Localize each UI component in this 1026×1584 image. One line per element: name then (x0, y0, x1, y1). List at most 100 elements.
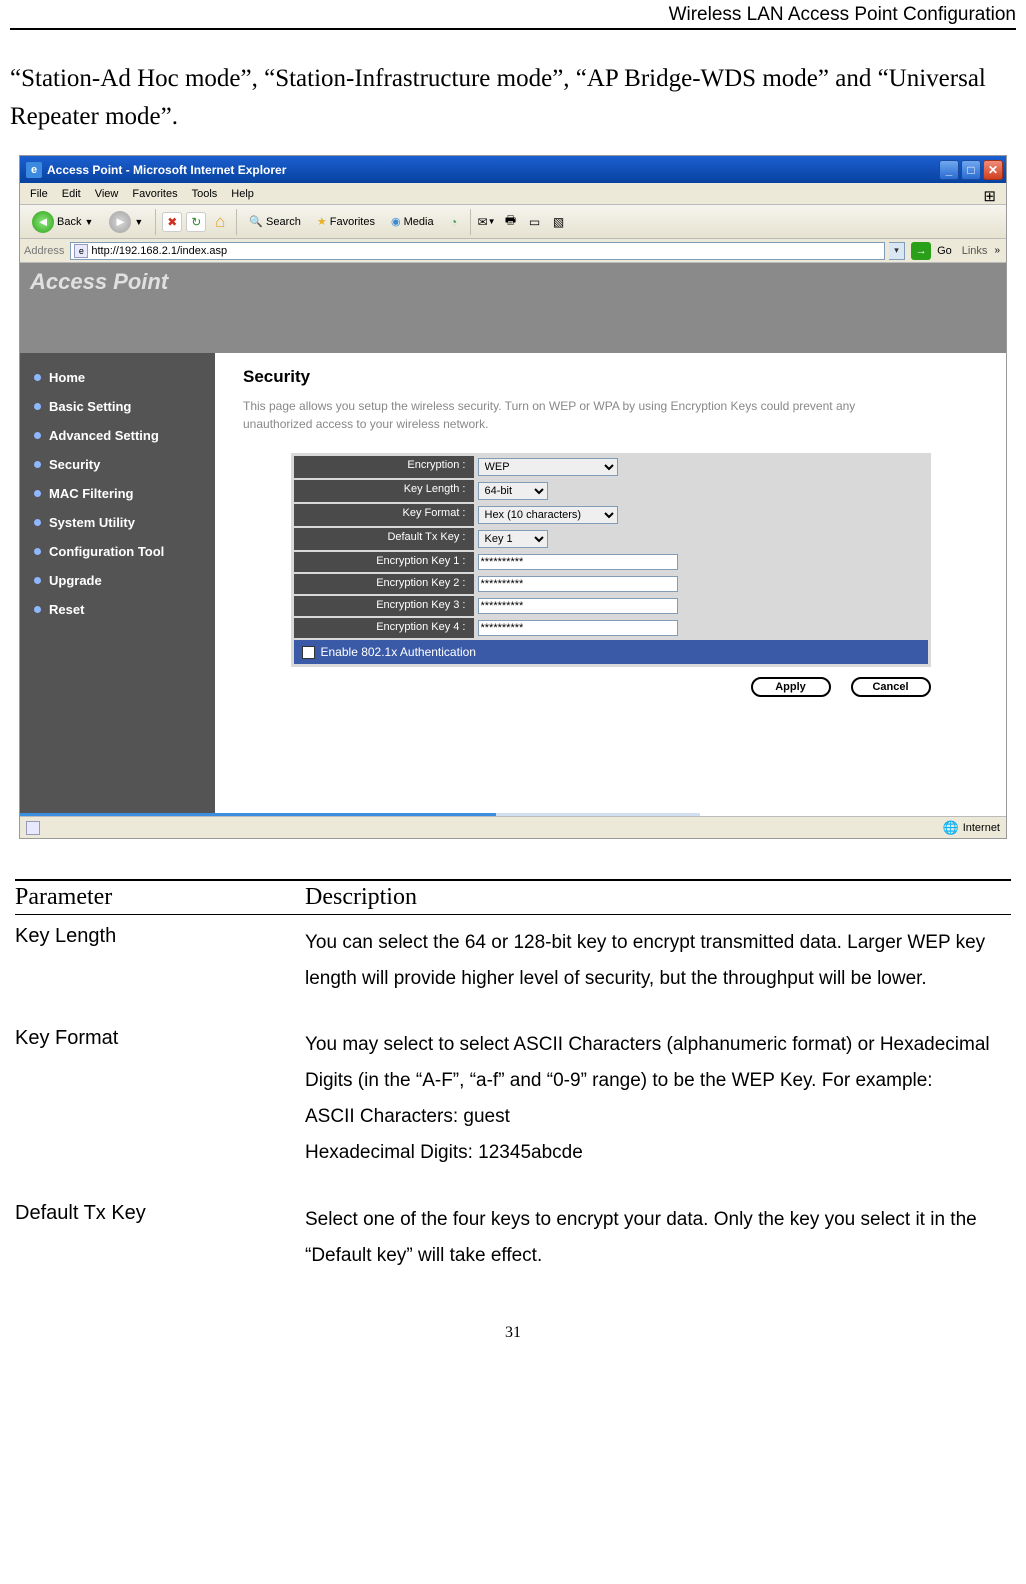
key2-input[interactable] (478, 576, 678, 592)
refresh-button[interactable]: ↻ (186, 212, 206, 232)
key3-label: Encryption Key 3 : (294, 596, 474, 616)
param-desc-key-format: You may select to select ASCII Character… (305, 1027, 1011, 1171)
search-button[interactable]: 🔍 Search (243, 212, 307, 231)
page-banner: Access Point (20, 263, 1006, 353)
page-number: 31 (10, 1324, 1016, 1342)
sidebar-nav: Home Basic Setting Advanced Setting Secu… (20, 353, 215, 813)
history-button[interactable]: ◔ (444, 212, 464, 232)
table-row: Key Length You can select the 64 or 128-… (15, 915, 1011, 1017)
menu-bar: File Edit View Favorites Tools Help ⊞ (20, 183, 1006, 205)
encryption-label: Encryption : (294, 456, 474, 478)
forward-arrow-icon: ► (109, 211, 131, 233)
nav-security[interactable]: Security (20, 450, 215, 479)
menu-edit[interactable]: Edit (56, 186, 87, 202)
address-dropdown[interactable]: ▾ (889, 242, 905, 260)
nav-basic-setting[interactable]: Basic Setting (20, 392, 215, 421)
progress-bar (20, 813, 700, 816)
nav-advanced-setting[interactable]: Advanced Setting (20, 421, 215, 450)
links-chevron-icon[interactable]: » (994, 245, 1000, 256)
table-row: Default Tx Key Select one of the four ke… (15, 1192, 1011, 1294)
menu-favorites[interactable]: Favorites (126, 186, 183, 202)
content-area: Security This page allows you setup the … (215, 353, 1006, 813)
description-header: Description (305, 884, 417, 911)
auth-row: Enable 802.1x Authentication (294, 640, 928, 664)
nav-reset[interactable]: Reset (20, 595, 215, 624)
links-label[interactable]: Links (962, 245, 988, 257)
apply-button[interactable]: Apply (751, 677, 831, 697)
nav-mac-filtering[interactable]: MAC Filtering (20, 479, 215, 508)
parameter-header: Parameter (15, 884, 305, 911)
window-title-text: Access Point - Microsoft Internet Explor… (47, 163, 286, 177)
back-button[interactable]: ◄ Back ▼ (26, 208, 99, 236)
keylength-select[interactable]: 64-bit (478, 482, 548, 500)
internet-zone-icon: 🌐 (943, 820, 959, 836)
param-name-default-tx-key: Default Tx Key (15, 1202, 305, 1274)
cancel-button[interactable]: Cancel (851, 677, 931, 697)
window-titlebar: e Access Point - Microsoft Internet Expl… (20, 156, 1006, 183)
parameter-table: Parameter Description Key Length You can… (15, 879, 1011, 1294)
param-name-key-length: Key Length (15, 925, 305, 997)
edit-button[interactable]: ▭ (525, 212, 545, 232)
key3-input[interactable] (478, 598, 678, 614)
search-icon: 🔍 (249, 215, 263, 228)
key2-label: Encryption Key 2 : (294, 574, 474, 594)
address-url: http://192.168.2.1/index.asp (91, 245, 227, 257)
param-desc-key-length: You can select the 64 or 128-bit key to … (305, 925, 1011, 997)
home-button[interactable]: ⌂ (210, 212, 230, 232)
page-icon: e (74, 244, 88, 258)
nav-upgrade[interactable]: Upgrade (20, 566, 215, 595)
browser-toolbar: ◄ Back ▼ ► ▼ ✖ ↻ ⌂ 🔍 Search ★ Favorites … (20, 205, 1006, 239)
print-button[interactable]: 🖶 (501, 212, 521, 232)
encryption-select[interactable]: WEP (478, 458, 618, 476)
go-label: Go (937, 245, 952, 257)
keyformat-label: Key Format : (294, 504, 474, 526)
back-arrow-icon: ◄ (32, 211, 54, 233)
status-zone-text: Internet (963, 822, 1000, 834)
media-icon: ◉ (391, 215, 401, 228)
defaulttx-select[interactable]: Key 1 (478, 530, 548, 548)
media-button[interactable]: ◉ Media (385, 212, 440, 231)
param-name-key-format: Key Format (15, 1027, 305, 1171)
key4-input[interactable] (478, 620, 678, 636)
key1-label: Encryption Key 1 : (294, 552, 474, 572)
menu-file[interactable]: File (24, 186, 54, 202)
status-bar: 🌐 Internet (20, 816, 1006, 838)
menu-view[interactable]: View (89, 186, 125, 202)
address-bar: Address e http://192.168.2.1/index.asp ▾… (20, 239, 1006, 263)
intro-paragraph: “Station-Ad Hoc mode”, “Station-Infrastr… (10, 60, 1016, 135)
page-header-title: Wireless LAN Access Point Configuration (10, 0, 1016, 30)
favorites-button[interactable]: ★ Favorites (311, 212, 381, 231)
address-input[interactable]: e http://192.168.2.1/index.asp (70, 242, 885, 260)
table-row: Key Format You may select to select ASCI… (15, 1017, 1011, 1191)
keylength-label: Key Length : (294, 480, 474, 502)
minimize-button[interactable]: _ (939, 160, 959, 180)
menu-help[interactable]: Help (225, 186, 260, 202)
star-icon: ★ (317, 215, 327, 228)
forward-button[interactable]: ► ▼ (103, 208, 149, 236)
param-desc-default-tx-key: Select one of the four keys to encrypt y… (305, 1202, 1011, 1274)
mail-button[interactable]: ✉▼ (477, 212, 497, 232)
key4-label: Encryption Key 4 : (294, 618, 474, 638)
menu-tools[interactable]: Tools (186, 186, 224, 202)
ie-icon: e (26, 162, 42, 178)
go-button[interactable]: → (911, 242, 931, 260)
auth-checkbox[interactable] (302, 646, 315, 659)
banner-title: Access Point (20, 263, 1006, 301)
status-page-icon (26, 821, 40, 835)
windows-flag-icon: ⊞ (977, 185, 1002, 207)
maximize-button[interactable]: □ (961, 160, 981, 180)
nav-configuration-tool[interactable]: Configuration Tool (20, 537, 215, 566)
security-form: Encryption : WEP Key Length : 64-bit Key… (291, 453, 931, 667)
keyformat-select[interactable]: Hex (10 characters) (478, 506, 618, 524)
key1-input[interactable] (478, 554, 678, 570)
ie-screenshot: e Access Point - Microsoft Internet Expl… (19, 155, 1007, 839)
stop-button[interactable]: ✖ (162, 212, 182, 232)
discuss-button[interactable]: ▧ (549, 212, 569, 232)
security-description: This page allows you setup the wireless … (243, 397, 883, 433)
auth-label: Enable 802.1x Authentication (321, 645, 476, 659)
defaulttx-label: Default Tx Key : (294, 528, 474, 550)
nav-system-utility[interactable]: System Utility (20, 508, 215, 537)
nav-home[interactable]: Home (20, 363, 215, 392)
close-button[interactable]: ✕ (983, 160, 1003, 180)
address-label: Address (24, 245, 64, 257)
